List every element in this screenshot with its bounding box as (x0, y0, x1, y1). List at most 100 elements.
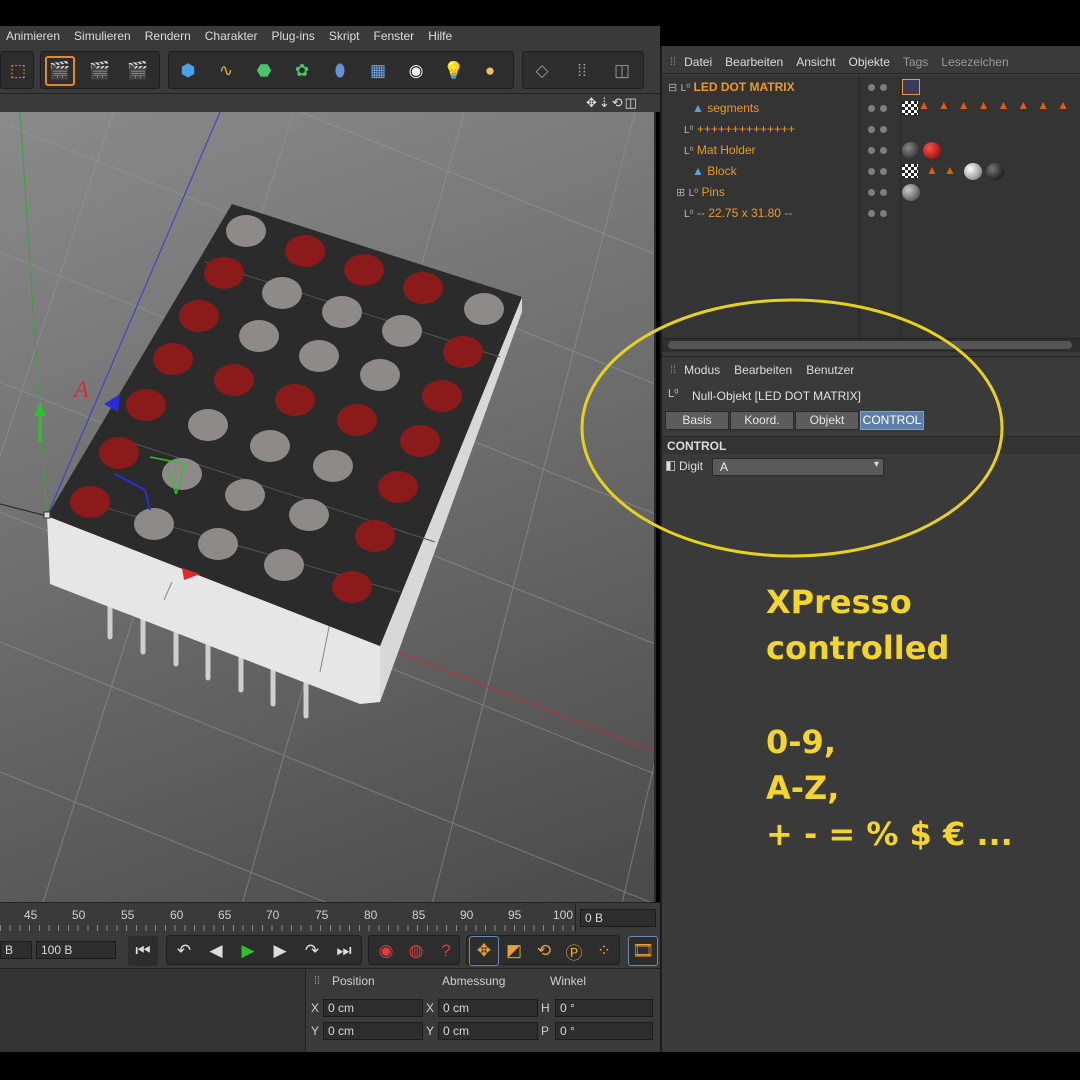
expand-icon[interactable]: ⊞ (676, 187, 685, 199)
position-key-icon[interactable]: ✥ (469, 936, 499, 966)
position-y-field[interactable]: 0 cm (323, 1022, 423, 1040)
parameter-key-icon[interactable]: Ⓟ (559, 936, 589, 966)
selection-tag-icon[interactable]: ▲ (944, 163, 956, 177)
uvw-tag-icon[interactable] (902, 164, 918, 178)
timeline-tick: 80 (364, 908, 378, 922)
play-icon[interactable]: ▶ (233, 936, 263, 966)
timeline-tick: 45 (24, 908, 38, 922)
menu-rendern[interactable]: Rendern (145, 29, 191, 43)
spline-pen-icon[interactable]: ∿ (211, 56, 241, 86)
autokey-icon[interactable]: ◍ (401, 936, 431, 966)
position-x-field[interactable]: 0 cm (323, 999, 423, 1017)
rotation-p-field[interactable]: 0 ° (555, 1022, 653, 1040)
size-y-field[interactable]: 0 cm (438, 1022, 538, 1040)
annotation-line-4: A-Z, (766, 769, 840, 807)
timeline-tick: 95 (508, 908, 522, 922)
rotation-h-field[interactable]: 0 ° (555, 999, 653, 1017)
start-frame-field[interactable]: B (0, 941, 32, 959)
cube-icon[interactable]: ⬢ (173, 56, 203, 86)
collapse-icon[interactable]: ⊟ (668, 82, 677, 94)
object-name: Mat Holder (696, 143, 756, 157)
size-x-label: X (426, 1001, 435, 1015)
annotation-line-5: + - = % $ € ... (766, 815, 1013, 853)
menu-charakter[interactable]: Charakter (205, 29, 258, 43)
timeline-tick: 90 (460, 908, 474, 922)
om-menu-ansicht[interactable]: Ansicht (796, 55, 835, 69)
object-row-mat-holder[interactable]: L⁰ Mat Holder (662, 140, 1080, 161)
timeline-window-icon[interactable]: 🎞 (628, 936, 658, 966)
object-row-led-dot-matrix[interactable]: ⊟ L⁰ LED DOT MATRIX (662, 77, 1080, 98)
rotation-key-icon[interactable]: ⟲ (529, 936, 559, 966)
object-row-separator[interactable]: L⁰ ++++++++++++++ (662, 119, 1080, 140)
uvw-tag-icon[interactable] (902, 101, 918, 115)
menu-plugins[interactable]: Plug-ins (271, 29, 314, 43)
grid-snap-icon[interactable]: ⁞⁞ (567, 56, 597, 86)
polygon-object-icon: ▲ (692, 164, 704, 178)
next-frame-icon[interactable]: ▶ (265, 936, 295, 966)
polygon-object-icon: ▲ (692, 101, 704, 115)
menu-fenster[interactable]: Fenster (374, 29, 415, 43)
om-menu-datei[interactable]: Datei (684, 55, 712, 69)
end-frame-field[interactable]: 100 B (36, 941, 116, 959)
xpresso-tag-icon[interactable] (902, 79, 920, 95)
object-row-block[interactable]: ▲ Block ▲ ▲ (662, 161, 1080, 182)
om-menu-tags[interactable]: Tags (903, 55, 928, 69)
material-tag-icon[interactable] (986, 163, 1004, 180)
om-menu-bearbeiten[interactable]: Bearbeiten (725, 55, 783, 69)
array-icon[interactable]: ✿ (287, 56, 317, 86)
timeline-ruler[interactable]: 45 50 55 60 65 70 75 80 85 90 95 100 0 B (0, 902, 660, 933)
previous-frame-icon[interactable]: ◀ (201, 936, 231, 966)
menu-hilfe[interactable]: Hilfe (428, 29, 452, 43)
keyframe-selection-icon[interactable]: ? (431, 936, 461, 966)
previous-key-icon[interactable]: ↶ (169, 936, 199, 966)
pla-key-icon[interactable]: ⁘ (589, 936, 619, 966)
material-tag-icon[interactable] (902, 142, 920, 159)
floor-icon[interactable]: ▦ (363, 56, 393, 86)
selection-tag-icon[interactable]: ▲ (926, 163, 938, 177)
selection-tags-icon[interactable]: ▲▲▲▲▲▲▲▲ (918, 98, 1077, 112)
size-x-field[interactable]: 0 cm (438, 999, 538, 1017)
quantize-icon[interactable]: ◫ (607, 56, 637, 86)
om-menu-lesezeichen[interactable]: Lesezeichen (941, 55, 1008, 69)
menu-skript[interactable]: Skript (329, 29, 360, 43)
workplane-icon[interactable]: ◇ (527, 56, 557, 86)
go-to-end-icon[interactable]: ⏭ (329, 936, 359, 966)
material-icon[interactable]: ● (475, 56, 505, 86)
gizmo-y-handle[interactable] (34, 402, 46, 416)
viewport-navigation-icon[interactable]: ✥⇣⟲◫ (586, 95, 639, 111)
next-key-icon[interactable]: ↷ (297, 936, 327, 966)
timeline-tick: 50 (72, 908, 86, 922)
camera-icon[interactable]: ◉ (401, 56, 431, 86)
playback-controls: ↶ ◀ ▶ ▶ ↷ ⏭ (166, 935, 362, 965)
menu-simulieren[interactable]: Simulieren (74, 29, 131, 43)
coordinates-manager: ⁞⁞ Position Abmessung Winkel X 0 cm X 0 … (0, 968, 660, 1053)
move-tool-icon[interactable]: ⬚ (3, 56, 33, 86)
object-name: Pins (701, 185, 725, 199)
annotation-line-2: controlled (766, 629, 950, 667)
object-name: LED DOT MATRIX (693, 80, 795, 94)
render-settings-icon[interactable]: 🎬 (123, 56, 153, 86)
material-tag-icon[interactable] (964, 163, 982, 180)
go-to-start-icon[interactable]: ⏮ (128, 936, 158, 966)
main-toolbar: ⬚ 🎬 🎬 🎬 ⬢ ∿ ⬣ ✿ ⬮ ▦ ◉ 💡 ● ◇ ⁞⁞ ◫ (0, 46, 660, 94)
subdivision-surface-icon[interactable]: ⬣ (249, 56, 279, 86)
render-picture-viewer-icon[interactable]: 🎬 (85, 56, 115, 86)
menu-animieren[interactable]: Animieren (6, 29, 60, 43)
bottom-border (0, 1052, 1080, 1080)
object-row-segments[interactable]: ▲ segments ▲▲▲▲▲▲▲▲ (662, 98, 1080, 119)
record-icon[interactable]: ◉ (371, 936, 401, 966)
timeline-tick: 60 (170, 908, 184, 922)
om-menu-objekte[interactable]: Objekte (849, 55, 890, 69)
current-frame-field[interactable]: 0 B (580, 909, 656, 927)
material-tag-icon[interactable] (923, 142, 941, 159)
3d-viewport[interactable]: A (0, 112, 656, 902)
light-icon[interactable]: 💡 (439, 56, 469, 86)
material-tag-icon[interactable] (902, 184, 920, 201)
deformer-icon[interactable]: ⬮ (325, 56, 355, 86)
toolbar-group-objects: ⬢ ∿ ⬣ ✿ ⬮ ▦ ◉ 💡 ● (168, 51, 514, 89)
render-view-icon[interactable]: 🎬 (45, 56, 75, 86)
main-menubar: Animieren Simulieren Rendern Charakter P… (0, 26, 660, 46)
object-row-dimensions[interactable]: L⁰ -- 22.75 x 31.80 -- (662, 203, 1080, 224)
scale-key-icon[interactable]: ◩ (499, 936, 529, 966)
object-row-pins[interactable]: ⊞ L⁰ Pins (662, 182, 1080, 203)
